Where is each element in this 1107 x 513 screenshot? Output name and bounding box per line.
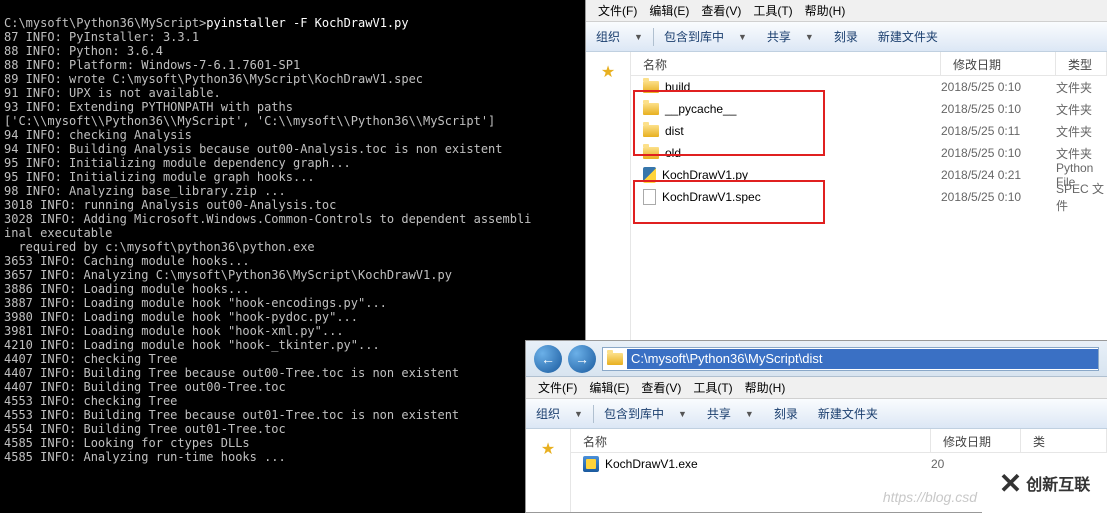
watermark-text: https://blog.csd (883, 489, 977, 505)
file-name: KochDrawV1.exe (571, 456, 931, 472)
file-date: 2018/5/25 0:10 (941, 190, 1056, 204)
header-type[interactable]: 类 (1021, 429, 1107, 452)
forward-button[interactable]: → (568, 345, 596, 373)
folder-icon (607, 353, 623, 365)
dropdown-icon: ▼ (624, 32, 653, 42)
favorites-sidebar: ★ (526, 429, 571, 512)
toolbar-burn[interactable]: 刻录 (764, 405, 808, 422)
favorites-icon[interactable]: ★ (538, 439, 558, 459)
dropdown-icon: ▼ (728, 32, 757, 42)
header-date[interactable]: 修改日期 (931, 429, 1021, 452)
address-bar[interactable] (602, 347, 1099, 371)
file-type: 文件夹 (1056, 123, 1107, 140)
menu-tools[interactable]: 工具(T) (687, 379, 738, 396)
navigation-bar: ← → (526, 341, 1107, 377)
file-name: KochDrawV1.py (631, 167, 941, 183)
folder-icon (643, 125, 659, 137)
favorites-icon[interactable]: ★ (598, 62, 618, 82)
file-name: old (631, 146, 941, 160)
file-date: 2018/5/25 0:11 (941, 124, 1056, 138)
prompt: C:\mysoft\Python36\MyScript>pyinstaller … (4, 16, 409, 30)
menu-tools[interactable]: 工具(T) (747, 2, 798, 19)
folder-icon (643, 147, 659, 159)
dropdown-icon: ▼ (564, 409, 593, 419)
file-row[interactable]: KochDrawV1.spec2018/5/25 0:10SPEC 文件 (631, 186, 1107, 208)
terminal-output: 87 INFO: PyInstaller: 3.3.1 88 INFO: Pyt… (4, 30, 581, 464)
file-type: 文件夹 (1056, 79, 1107, 96)
file-date: 2018/5/25 0:10 (941, 102, 1056, 116)
menu-edit[interactable]: 编辑(E) (583, 379, 635, 396)
logo-badge: ✕创新互联 (982, 453, 1107, 513)
explorer-window-myscript: 文件(F) 编辑(E) 查看(V) 工具(T) 帮助(H) 组织▼ 包含到库中▼… (585, 0, 1107, 340)
toolbar: 组织▼ 包含到库中▼ 共享▼ 刻录 新建文件夹 (586, 22, 1107, 52)
menubar[interactable]: 文件(F) 编辑(E) 查看(V) 工具(T) 帮助(H) (586, 0, 1107, 22)
toolbar-newfolder[interactable]: 新建文件夹 (868, 28, 948, 45)
file-date: 2018/5/24 0:21 (941, 168, 1056, 182)
terminal-panel: C:\mysoft\Python36\MyScript>pyinstaller … (0, 0, 585, 513)
file-date: 2018/5/25 0:10 (941, 146, 1056, 160)
toolbar-newfolder[interactable]: 新建文件夹 (808, 405, 888, 422)
file-type: 文件夹 (1056, 145, 1107, 162)
file-list: 名称 修改日期 类型 build2018/5/25 0:10文件夹__pycac… (631, 52, 1107, 340)
menu-edit[interactable]: 编辑(E) (643, 2, 695, 19)
favorites-sidebar: ★ (586, 52, 631, 340)
python-file-icon (643, 167, 656, 183)
menubar[interactable]: 文件(F) 编辑(E) 查看(V) 工具(T) 帮助(H) (526, 377, 1107, 399)
dropdown-icon: ▼ (668, 409, 697, 419)
menu-help[interactable]: 帮助(H) (799, 2, 852, 19)
logo-icon: ✕ (999, 467, 1022, 500)
file-icon (643, 189, 656, 205)
header-name[interactable]: 名称 (571, 429, 931, 452)
address-input[interactable] (627, 349, 1098, 369)
file-row[interactable]: dist2018/5/25 0:11文件夹 (631, 120, 1107, 142)
header-name[interactable]: 名称 (631, 52, 941, 75)
file-type: 文件夹 (1056, 101, 1107, 118)
file-name: KochDrawV1.spec (631, 189, 941, 205)
menu-help[interactable]: 帮助(H) (739, 379, 792, 396)
column-headers[interactable]: 名称 修改日期 类型 (631, 52, 1107, 76)
toolbar-include[interactable]: 包含到库中 (594, 405, 674, 422)
toolbar-burn[interactable]: 刻录 (824, 28, 868, 45)
file-row[interactable]: build2018/5/25 0:10文件夹 (631, 76, 1107, 98)
file-row[interactable]: KochDrawV1.py2018/5/24 0:21Python File (631, 164, 1107, 186)
folder-icon (643, 81, 659, 93)
menu-file[interactable]: 文件(F) (532, 379, 583, 396)
file-date: 2018/5/25 0:10 (941, 80, 1056, 94)
file-row[interactable]: __pycache__2018/5/25 0:10文件夹 (631, 98, 1107, 120)
header-date[interactable]: 修改日期 (941, 52, 1056, 75)
file-name: dist (631, 124, 941, 138)
menu-view[interactable]: 查看(V) (635, 379, 687, 396)
toolbar: 组织▼ 包含到库中▼ 共享▼ 刻录 新建文件夹 (526, 399, 1107, 429)
file-type: SPEC 文件 (1056, 180, 1107, 214)
menu-file[interactable]: 文件(F) (592, 2, 643, 19)
dropdown-icon: ▼ (795, 32, 824, 42)
back-button[interactable]: ← (534, 345, 562, 373)
exe-file-icon (583, 456, 599, 472)
menu-view[interactable]: 查看(V) (695, 2, 747, 19)
column-headers[interactable]: 名称 修改日期 类 (571, 429, 1107, 453)
file-name: __pycache__ (631, 102, 941, 116)
header-type[interactable]: 类型 (1056, 52, 1107, 75)
file-name: build (631, 80, 941, 94)
folder-icon (643, 103, 659, 115)
toolbar-include[interactable]: 包含到库中 (654, 28, 734, 45)
dropdown-icon: ▼ (735, 409, 764, 419)
file-row[interactable]: old2018/5/25 0:10文件夹 (631, 142, 1107, 164)
